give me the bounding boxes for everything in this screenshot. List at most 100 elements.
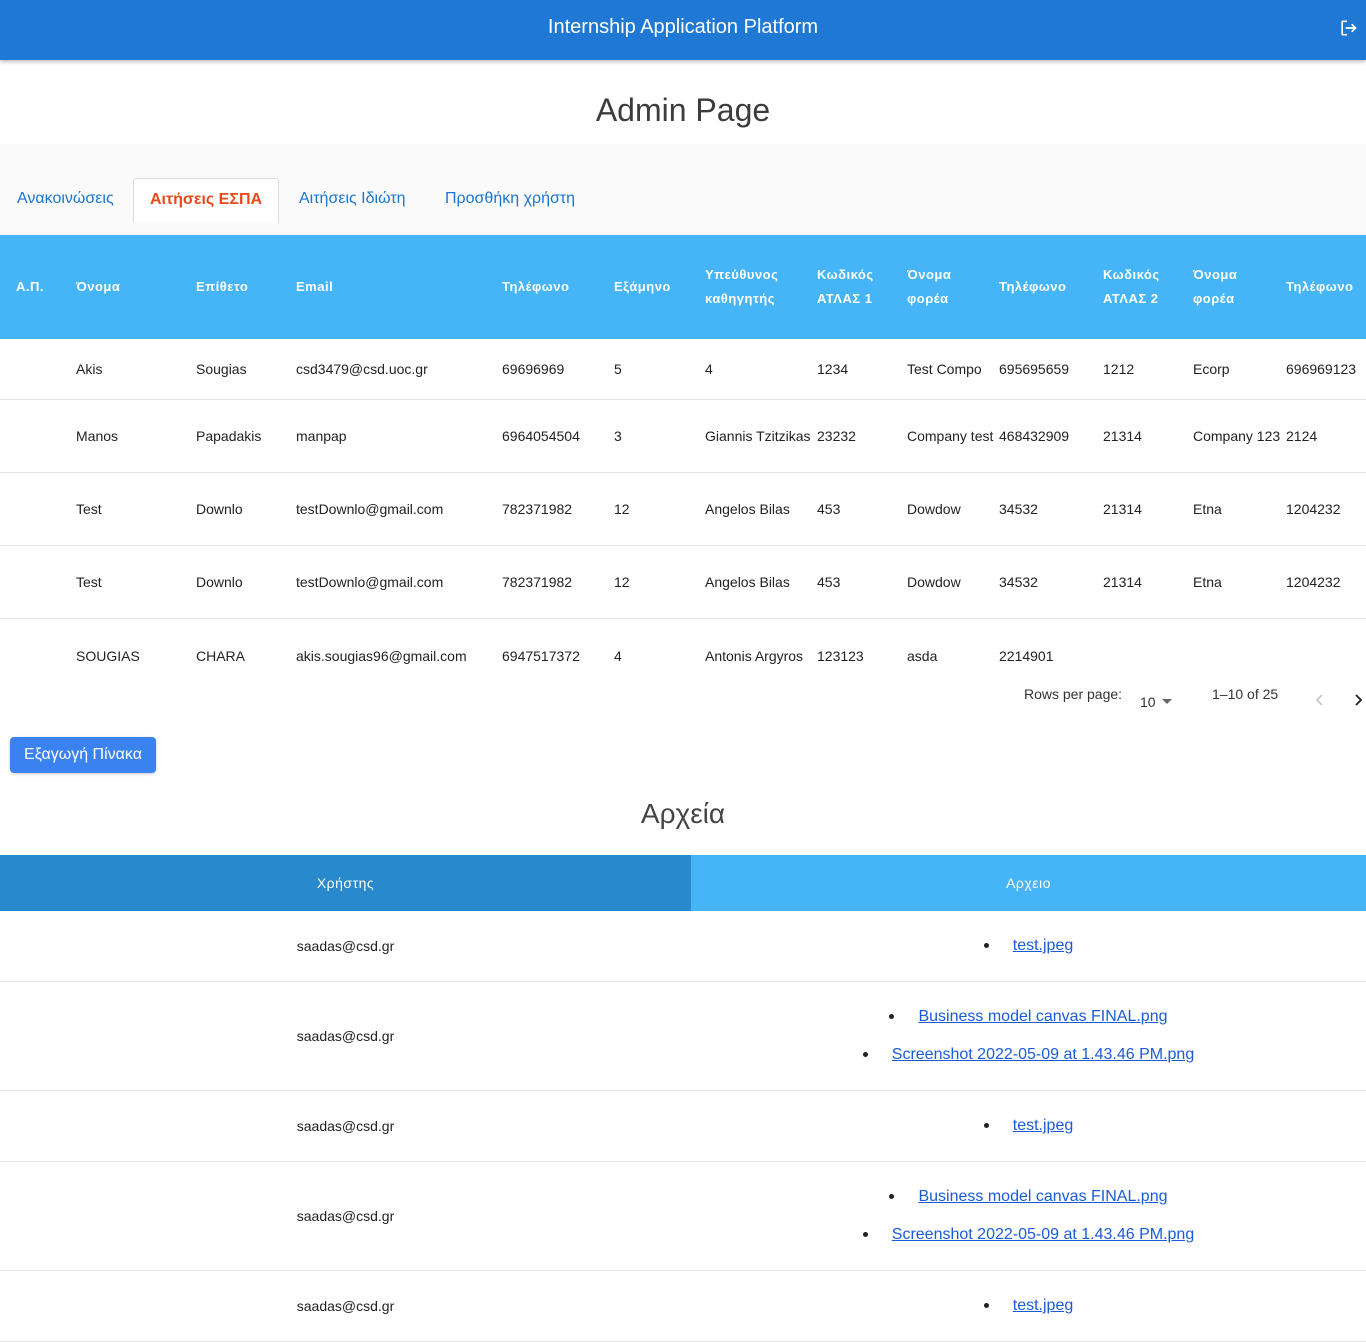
files-table: Χρήστης Αρχειο saadas@csd.gr test.jpeg saa… [0,855,1366,1342]
column-header[interactable]: Όνομα φορέα [907,235,997,339]
tab-espa-applications[interactable]: Αιτήσεις ΕΣΠΑ [133,178,280,223]
column-header[interactable]: Όνομα φορέα [1193,235,1283,339]
table-cell: 34532 [999,574,1038,590]
table-cell: Giannis Tzitzikas [705,428,811,444]
tab-add-user[interactable]: Προσθήκη χρήστη [429,178,591,223]
table-cell: Ecorp [1193,361,1230,377]
table-cell: 12 [614,574,630,590]
column-header[interactable]: Τηλέφωνο [1286,235,1366,339]
rows-per-page-label: Rows per page: [1024,686,1123,702]
file-link[interactable]: Screenshot 2022-05-09 at 1.43.46 PM.png [892,1226,1194,1243]
file-user-email: saadas@csd.gr [296,1028,395,1044]
file-link[interactable]: Screenshot 2022-05-09 at 1.43.46 PM.png [892,1046,1194,1063]
bullet-icon [862,1232,868,1238]
table-cell: 34532 [999,501,1038,517]
chevron-right-icon[interactable] [1350,692,1366,708]
table-cell [16,400,72,472]
file-link[interactable]: test.jpeg [1013,1117,1073,1134]
page-range: 1–10 of 25 [1212,686,1279,702]
bullet-icon [862,1052,868,1058]
table-header: Α.Π. Όνομα Επίθετο Email Τηλέφωνο Εξάμηνο Υπεύ… [0,235,1366,339]
table-cell: csd3479@csd.uoc.gr [296,361,428,377]
bullet-icon [983,1303,989,1309]
bullet-icon [889,1014,895,1020]
file-user-email: saadas@csd.gr [296,1298,395,1314]
table-cell: Test Compo [907,361,982,377]
export-table-button[interactable]: Εξαγωγή Πίνακα [10,737,156,773]
column-header[interactable]: Όνομα [76,235,192,339]
file-list: Business model canvas FINAL.png Screensho… [691,1162,1366,1270]
file-list-item: Screenshot 2022-05-09 at 1.43.46 PM.png [862,1036,1194,1074]
file-row: saadas@csd.gr Business model canvas FINAL… [0,1162,1366,1271]
table-cell: 23232 [817,428,856,444]
column-header[interactable]: Κωδικός ΑΤΛΑΣ 1 [817,235,903,339]
bullet-icon [983,1123,989,1129]
table-cell: 21314 [1103,501,1142,517]
file-link[interactable]: Business model canvas FINAL.png [918,1188,1167,1205]
table-cell: 453 [817,574,841,590]
file-list-item: test.jpeg [983,1287,1073,1325]
column-header[interactable]: Τηλέφωνο [999,235,1099,339]
column-header[interactable]: Εξάμηνο [614,235,702,339]
file-list-item: test.jpeg [983,927,1073,965]
table-row[interactable]: Test Downlo testDownlo@gmail.com 782371982 1… [0,546,1366,619]
table-body: Akis Sougias csd3479@csd.uoc.gr 69696969 5 4 1… [0,339,1366,692]
page-title: Admin Page [595,92,771,128]
column-header[interactable]: Τηλέφωνο [502,235,610,339]
column-header[interactable]: Κωδικός ΑΤΛΑΣ 2 [1103,235,1189,339]
table-cell: 69696969 [502,361,565,377]
table-cell: 5 [614,361,622,377]
files-body: saadas@csd.gr test.jpeg saadas@csd.gr Busin… [0,911,1366,1342]
file-user-email: saadas@csd.gr [296,1118,395,1134]
tab-private-applications[interactable]: Αιτήσεις Ιδιώτη [283,178,422,223]
file-link[interactable]: Business model canvas FINAL.png [918,1008,1167,1025]
table-cell: 696969123 [1286,361,1357,377]
pagination: Rows per page: 10 1–10 of 25 [0,678,1366,718]
column-header[interactable]: Α.Π. [16,235,72,339]
table-cell: 2124 [1286,428,1318,444]
column-header[interactable]: Επίθετο [196,235,292,339]
table-cell: Downlo [196,574,243,590]
bullet-icon [983,943,989,949]
file-list-item: Business model canvas FINAL.png [889,998,1168,1036]
table-row[interactable]: Manos Papadakis manpap 6964054504 3 Giannis T… [0,400,1366,473]
file-list: test.jpeg [691,911,1366,981]
dropdown-caret-icon[interactable] [1162,699,1172,704]
table-cell: 1212 [1103,361,1135,377]
file-list-item: Screenshot 2022-05-09 at 1.43.46 PM.png [862,1216,1194,1254]
file-list: test.jpeg [691,1091,1366,1161]
column-header[interactable]: Email [296,235,496,339]
table-row[interactable]: Test Downlo testDownlo@gmail.com 782371982 1… [0,473,1366,546]
table-cell [16,339,72,399]
table-cell: Akis [76,361,103,377]
file-list: Business model canvas FINAL.png Screensho… [691,982,1366,1090]
table-cell: Test [76,574,102,590]
table-cell: Papadakis [196,428,262,444]
app-bar: Internship Application Platform [0,0,1366,60]
file-link[interactable]: test.jpeg [1013,937,1073,954]
logout-icon[interactable] [1338,18,1358,38]
files-title: Αρχεία [640,798,726,829]
table-cell: Etna [1193,574,1222,590]
table-cell: Angelos Bilas [705,501,790,517]
table-cell: Company test [907,428,994,444]
column-header[interactable]: Υπεύθυνος καθηγητής [705,235,813,339]
header-file: Αρχειο [691,855,1366,911]
table-cell: 1204232 [1286,574,1341,590]
table-cell: testDownlo@gmail.com [296,574,444,590]
table-cell: Dowdow [907,574,961,590]
rows-per-page-select[interactable]: 10 [1140,694,1156,710]
file-link[interactable]: test.jpeg [1013,1297,1073,1314]
table-cell: 21314 [1103,428,1142,444]
file-list-item: Business model canvas FINAL.png [889,1178,1168,1216]
applications-table: Α.Π. Όνομα Επίθετο Email Τηλέφωνο Εξάμηνο Υπεύ… [0,235,1366,692]
table-row[interactable]: Akis Sougias csd3479@csd.uoc.gr 69696969 5 4 1… [0,339,1366,400]
file-user-email: saadas@csd.gr [296,938,395,954]
table-cell: Manos [76,428,119,444]
file-list: test.jpeg [691,1271,1366,1341]
chevron-left-icon[interactable] [1312,692,1328,708]
table-cell: 3 [614,428,622,444]
file-list-item: test.jpeg [983,1107,1073,1145]
tab-announcements[interactable]: Ανακοινώσεις [1,178,130,223]
tabs-bar: Ανακοινώσεις Αιτήσεις ΕΣΠΑ Αιτήσεις Ιδιώ… [0,144,1366,236]
